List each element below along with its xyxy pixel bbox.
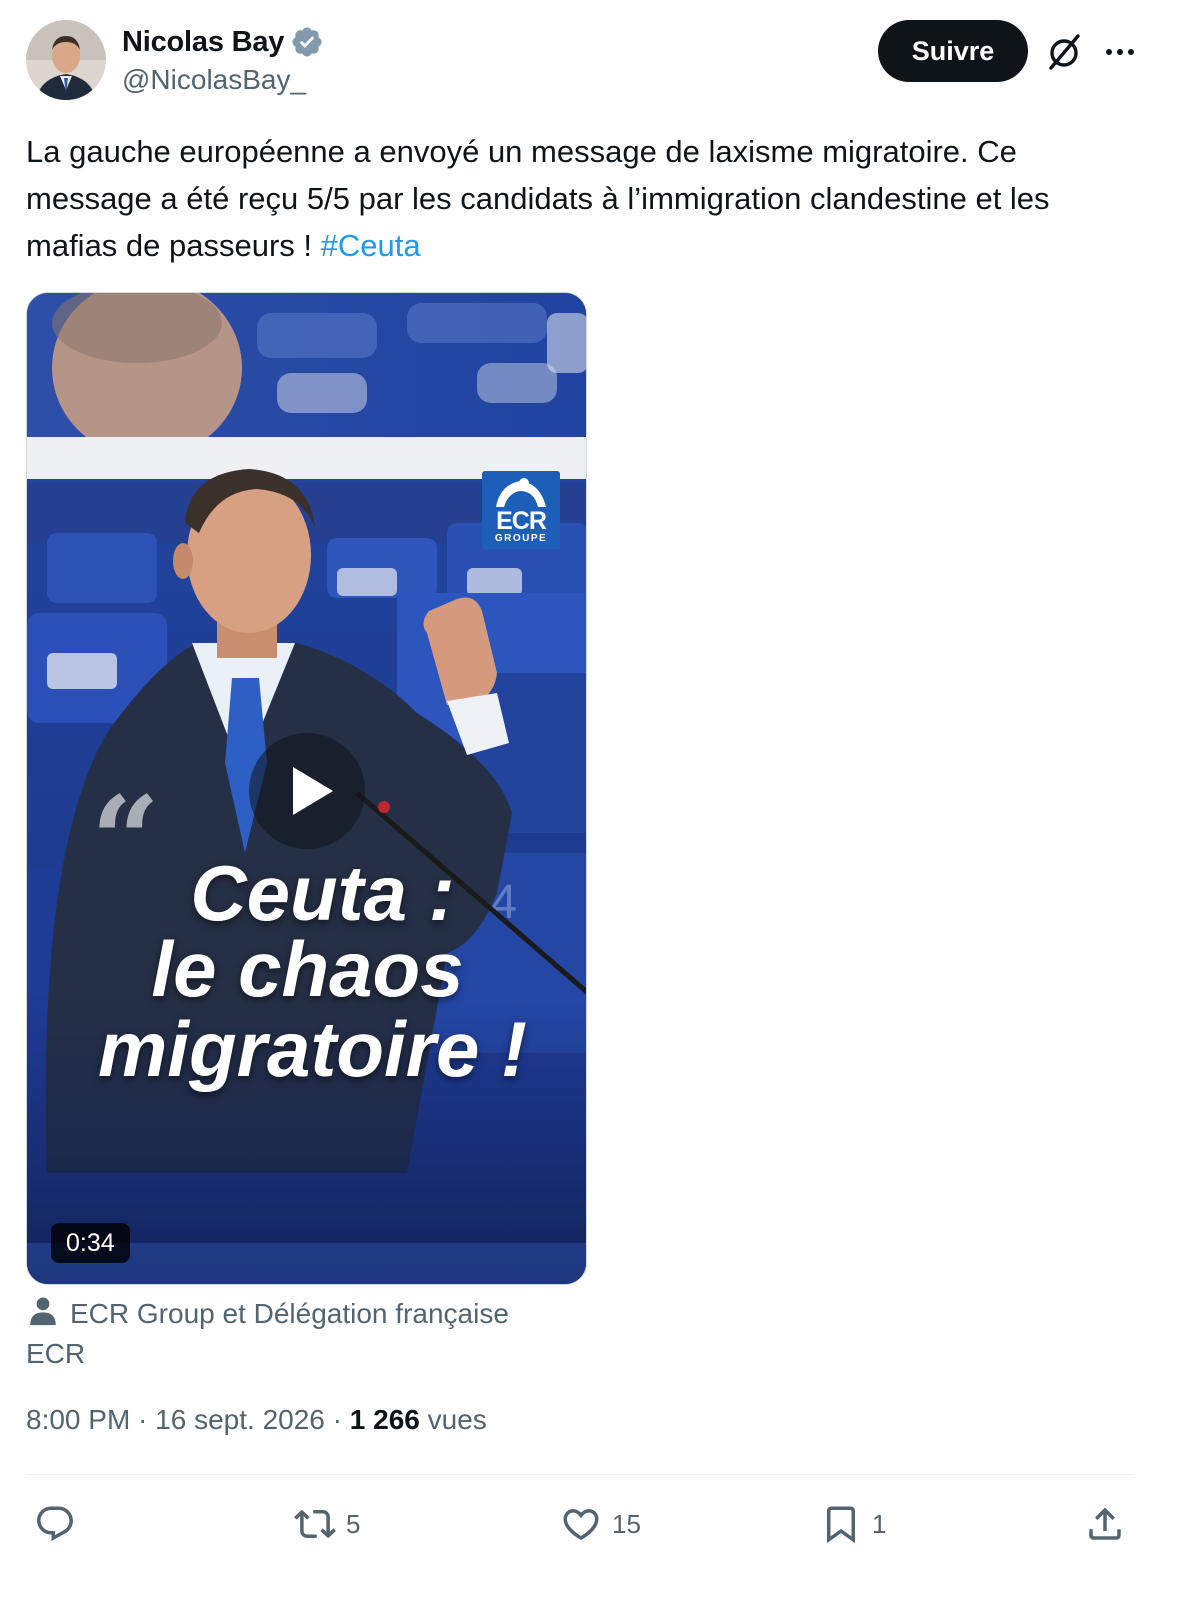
lion-icon — [496, 478, 546, 507]
display-name-row: Nicolas Bay — [122, 24, 324, 60]
video-headline: Ceuta : le chaos migratoire ! — [27, 849, 586, 1093]
retweet-icon — [294, 1509, 336, 1539]
share-button[interactable] — [1084, 1496, 1126, 1552]
meta-separator: · — [324, 1404, 350, 1435]
attribution-line-1[interactable]: ECR Group et Délégation française — [26, 1294, 509, 1334]
tweet-body: La gauche européenne a envoyé un message… — [26, 134, 1050, 263]
play-icon — [293, 767, 333, 815]
person-icon — [30, 1297, 56, 1326]
ecr-logo-subtext: GROUPE — [494, 533, 548, 544]
divider — [26, 1474, 1134, 1475]
bookmark-count: 1 — [872, 1508, 887, 1539]
author-names: Nicolas Bay @NicolasBay_ — [122, 24, 324, 96]
verified-badge-icon[interactable] — [290, 25, 324, 59]
retweet-button[interactable]: 5 — [294, 1496, 360, 1552]
views-label: vues — [419, 1404, 487, 1435]
headline-line-2: le chaos — [151, 925, 464, 1013]
bookmark-button[interactable]: 1 — [820, 1496, 886, 1552]
avatar[interactable] — [26, 20, 106, 100]
like-count: 15 — [612, 1508, 641, 1539]
tweet-meta: 8:00 PM · 16 sept. 2026 · 1 266 vues — [26, 1404, 487, 1436]
attribution-line-2[interactable]: ECR — [26, 1334, 509, 1374]
follow-button[interactable]: Suivre — [878, 20, 1028, 82]
tweet-date[interactable]: 16 sept. 2026 — [155, 1404, 325, 1435]
retweet-count: 5 — [346, 1508, 361, 1539]
media-attribution[interactable]: ECR Group et Délégation française ECR — [26, 1294, 509, 1374]
headline-line-3: migratoire ! — [97, 1005, 528, 1093]
grok-icon[interactable] — [1044, 32, 1084, 72]
views-count: 1 266 — [349, 1404, 420, 1435]
author-handle[interactable]: @NicolasBay_ — [122, 64, 324, 96]
video-duration: 0:34 — [51, 1223, 130, 1263]
reply-button[interactable] — [34, 1496, 86, 1552]
attribution-name[interactable]: ECR Group et Délégation française — [70, 1298, 509, 1329]
ecr-logo-text: ECR — [496, 507, 547, 535]
ecr-logo: ECR GROUPE — [482, 471, 560, 549]
tweet-header: Nicolas Bay @NicolasBay_ Suivre — [26, 20, 1158, 100]
heart-icon — [563, 1509, 599, 1541]
tweet-time[interactable]: 8:00 PM — [26, 1404, 130, 1435]
more-options-icon[interactable] — [1102, 38, 1138, 66]
reply-icon — [37, 1506, 73, 1541]
display-name[interactable]: Nicolas Bay — [122, 26, 284, 59]
share-icon — [1089, 1507, 1121, 1540]
action-bar: 5 15 1 — [26, 1496, 1134, 1552]
like-button[interactable]: 15 — [560, 1496, 641, 1552]
video-player[interactable]: 274 ECR GROUPE “ C — [26, 292, 587, 1285]
bookmark-icon — [827, 1506, 855, 1544]
meta-separator: · — [130, 1404, 156, 1435]
avatar-image — [26, 20, 106, 100]
play-button[interactable] — [249, 733, 365, 849]
tweet-text: La gauche européenne a envoyé un message… — [26, 128, 1146, 269]
hashtag-link[interactable]: #Ceuta — [321, 228, 421, 263]
headline-line-1: Ceuta : — [190, 849, 455, 937]
